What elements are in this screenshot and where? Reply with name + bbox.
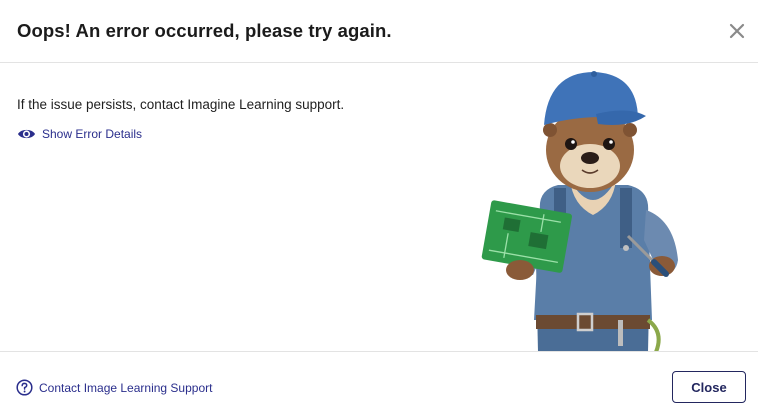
eye-icon bbox=[17, 127, 36, 141]
contact-support-label: Contact Image Learning Support bbox=[39, 380, 213, 395]
dialog-header: Oops! An error occurred, please try agai… bbox=[0, 0, 758, 63]
error-message: If the issue persists, contact Imagine L… bbox=[17, 97, 345, 112]
dialog-body: If the issue persists, contact Imagine L… bbox=[0, 64, 758, 352]
dialog-title: Oops! An error occurred, please try agai… bbox=[17, 20, 392, 41]
show-error-details-link[interactable]: Show Error Details bbox=[17, 127, 142, 141]
close-button[interactable]: Close bbox=[672, 371, 746, 403]
contact-support-link[interactable]: Contact Image Learning Support bbox=[16, 379, 212, 396]
error-dialog: Oops! An error occurred, please try agai… bbox=[0, 0, 758, 416]
otter-mechanic-illustration bbox=[481, 71, 678, 352]
question-circle-icon bbox=[16, 379, 33, 396]
show-error-details-label: Show Error Details bbox=[42, 127, 143, 141]
close-icon[interactable] bbox=[727, 21, 747, 41]
dialog-footer: Contact Image Learning Support Close bbox=[0, 351, 758, 416]
